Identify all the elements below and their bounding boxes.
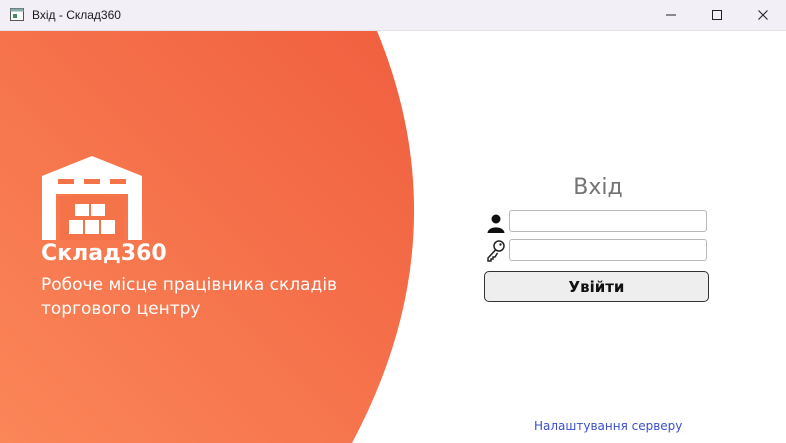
user-icon [487, 214, 505, 233]
app-name: Склад360 [41, 241, 167, 266]
maximize-button[interactable] [694, 0, 740, 30]
server-settings-link[interactable]: Налаштування серверу [534, 419, 682, 433]
title-bar: Вхід - Склад360 [0, 0, 786, 31]
username-input[interactable] [509, 210, 707, 232]
key-icon [487, 240, 505, 262]
minimize-icon [666, 14, 676, 16]
maximize-icon [712, 10, 722, 20]
window-title: Вхід - Склад360 [32, 8, 121, 22]
app-window-icon [10, 8, 24, 21]
login-button[interactable]: Увійти [484, 271, 709, 302]
close-icon [758, 10, 768, 20]
warehouse-icon [42, 156, 142, 240]
login-heading: Вхід [573, 175, 623, 200]
close-button[interactable] [740, 0, 786, 30]
app-tagline: Робоче місце працівника складів торговог… [41, 275, 338, 319]
minimize-button[interactable] [648, 0, 694, 30]
password-input[interactable] [509, 239, 707, 261]
